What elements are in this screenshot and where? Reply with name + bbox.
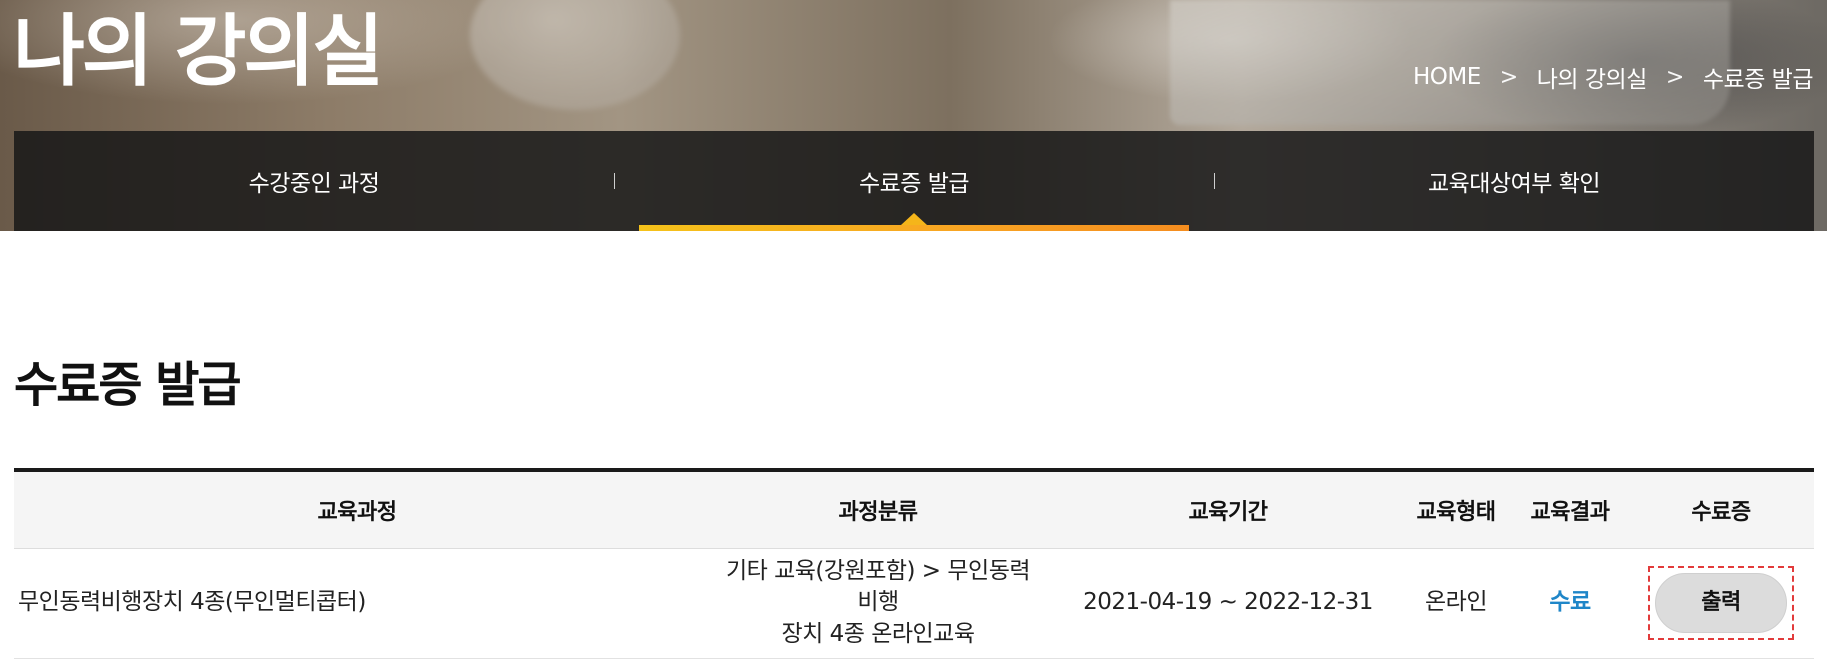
result-status: 수료 (1549, 589, 1591, 616)
tab-in-progress-courses[interactable]: 수강중인 과정 (14, 131, 614, 231)
table-header-row: 교육과정 과정분류 교육기간 교육형태 교육결과 수료증 (14, 470, 1814, 549)
hero-banner: 나의 강의실 HOME > 나의 강의실 > 수료증 발급 수강중인 과정 수료… (0, 0, 1827, 231)
tab-label: 교육대상여부 확인 (1427, 171, 1601, 197)
breadcrumb-my-classroom[interactable]: 나의 강의실 (1537, 60, 1648, 94)
active-tab-caret-icon (901, 213, 927, 225)
cell-period: 2021-04-19 ~ 2022-12-31 (1056, 548, 1400, 659)
cell-type: 온라인 (1400, 548, 1512, 659)
header-certificate: 수료증 (1628, 470, 1814, 549)
breadcrumb-current: 수료증 발급 (1702, 67, 1814, 93)
tab-label: 수강중인 과정 (248, 171, 380, 197)
active-tab-underline (639, 225, 1189, 231)
chevron-right-icon: > (1665, 64, 1684, 90)
breadcrumb-home[interactable]: HOME (1413, 64, 1481, 90)
table-row: 무인동력비행장치 4종(무인멀티콥터) 기타 교육(강원포함) > 무인동력비행… (14, 548, 1814, 659)
category-line-2: 장치 4종 온라인교육 (781, 620, 975, 647)
tab-eligibility-check[interactable]: 교육대상여부 확인 (1214, 131, 1814, 231)
hero-background-cup (470, 0, 680, 110)
chevron-right-icon: > (1499, 64, 1518, 90)
cell-result: 수료 (1512, 548, 1628, 659)
header-category: 과정분류 (700, 470, 1056, 549)
category-line-1: 기타 교육(강원포함) > 무인동력비행 (725, 558, 1031, 616)
section-title: 수료증 발급 (14, 357, 242, 413)
breadcrumb: HOME > 나의 강의실 > 수료증 발급 (1413, 60, 1814, 94)
cell-category: 기타 교육(강원포함) > 무인동력비행 장치 4종 온라인교육 (700, 548, 1056, 659)
cell-course: 무인동력비행장치 4종(무인멀티콥터) (14, 548, 700, 659)
header-type: 교육형태 (1400, 470, 1512, 549)
tab-label: 수료증 발급 (858, 171, 970, 197)
print-certificate-button[interactable]: 출력 (1655, 573, 1787, 633)
cell-certificate: 출력 (1628, 548, 1814, 659)
header-course: 교육과정 (14, 470, 700, 549)
header-period: 교육기간 (1056, 470, 1400, 549)
sub-navigation-tabs: 수강중인 과정 수료증 발급 교육대상여부 확인 (14, 131, 1814, 231)
page-title: 나의 강의실 (13, 7, 384, 97)
print-button-highlight: 출력 (1648, 566, 1794, 640)
header-result: 교육결과 (1512, 470, 1628, 549)
certificate-table: 교육과정 과정분류 교육기간 교육형태 교육결과 수료증 무인동력비행장치 4종… (14, 468, 1814, 659)
tab-certificate-issuance[interactable]: 수료증 발급 (614, 131, 1214, 231)
